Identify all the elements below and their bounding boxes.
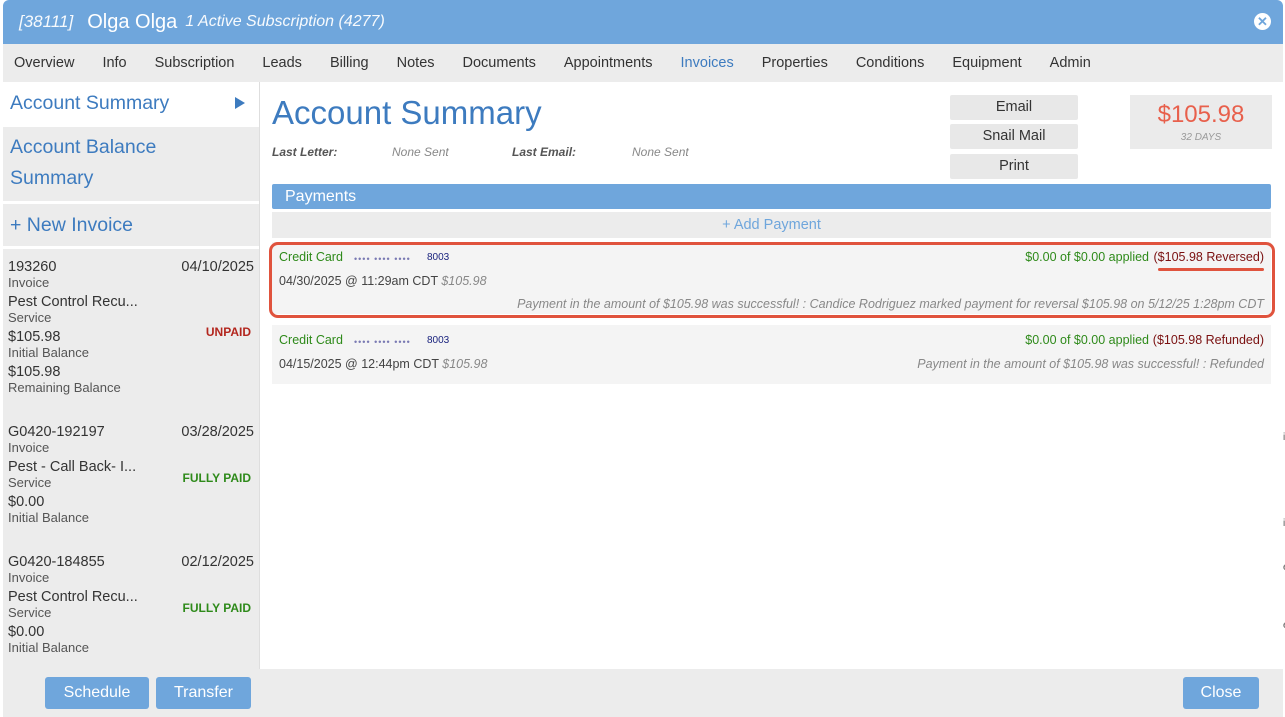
tab-appointments[interactable]: Appointments <box>550 44 667 82</box>
tab-notes[interactable]: Notes <box>383 44 449 82</box>
invoice-remaining-balance-label: Remaining Balance <box>8 380 121 395</box>
sidebar-item-label: Account Summary <box>10 92 170 114</box>
invoice-sidebar: Account Summary Account Balance Summary … <box>3 82 260 669</box>
subscription-info: 1 Active Subscription (4277) <box>185 13 385 30</box>
invoice-list-item[interactable]: G0420-192197 03/28/2025 Invoice Pest - C… <box>3 414 259 544</box>
invoice-initial-balance: $0.00 <box>8 494 45 510</box>
tab-info[interactable]: Info <box>88 44 140 82</box>
invoice-date: 03/28/2025 <box>181 424 254 440</box>
print-button[interactable]: Print <box>950 154 1078 179</box>
invoice-service: Pest Control Recu... <box>8 589 138 605</box>
tab-properties[interactable]: Properties <box>748 44 842 82</box>
invoice-status-badge: FULLY PAID <box>182 471 251 485</box>
payments-header: Payments <box>272 184 1271 209</box>
payment-datetime-text: 04/15/2025 @ 12:44pm CDT <box>279 357 439 371</box>
tab-leads[interactable]: Leads <box>248 44 316 82</box>
invoice-list-item[interactable]: 193260 04/10/2025 Invoice Pest Control R… <box>3 249 259 414</box>
card-last4: 8003 <box>427 252 450 263</box>
balance-amount: $105.98 <box>1157 101 1245 128</box>
balance-box: $105.98 32 DAYS <box>1130 95 1272 149</box>
last-email-label: Last Email: <box>512 145 577 159</box>
payment-applied: $0.00 of $0.00 applied <box>1025 250 1149 264</box>
sidebar-item-label: Account Balance <box>10 136 157 158</box>
invoice-service-label: Service <box>8 605 52 620</box>
invoice-service-label: Service <box>8 310 52 325</box>
payment-type: Credit Card <box>279 333 343 347</box>
balance-days: 32 DAYS <box>1180 132 1222 143</box>
modal-footer: Schedule Transfer Close <box>3 669 1283 717</box>
invoice-number: 193260 <box>8 259 57 275</box>
invoice-date: 04/10/2025 <box>181 259 254 275</box>
modal-titlebar: [38111] Olga Olga 1 Active Subscription … <box>3 0 1283 44</box>
schedule-button[interactable]: Schedule <box>45 677 149 709</box>
tab-overview[interactable]: Overview <box>3 44 88 82</box>
last-email-value: None Sent <box>632 145 689 159</box>
tab-billing[interactable]: Billing <box>316 44 383 82</box>
invoice-type: Invoice <box>8 570 50 585</box>
payment-status: ($105.98 Refunded) <box>1152 333 1264 347</box>
invoice-list-item[interactable]: G0420-184855 02/12/2025 Invoice Pest Con… <box>3 544 259 669</box>
invoice-status-badge: UNPAID <box>205 325 251 339</box>
payment-datetime: 04/30/2025 @ 11:29am CDT $105.98 <box>279 274 487 288</box>
account-summary-panel: Account Summary Last Letter: None Sent L… <box>260 82 1283 669</box>
tab-bar: Overview Info Subscription Leads Billing… <box>3 44 1283 83</box>
invoice-service: Pest - Call Back- I... <box>8 459 137 475</box>
new-invoice-link[interactable]: + New Invoice <box>3 204 259 249</box>
payment-entry[interactable]: Credit Card •••• •••• •••• 8003 $0.00 of… <box>272 325 1271 384</box>
close-button[interactable]: Close <box>1183 677 1259 709</box>
last-letter-value: None Sent <box>392 145 449 159</box>
underline-annotation <box>1158 268 1264 271</box>
sidebar-item-account-summary[interactable]: Account Summary <box>3 82 259 127</box>
invoice-remaining-balance: $105.98 <box>8 364 61 380</box>
sidebar-item-label: Summary <box>10 167 94 189</box>
invoice-initial-balance: $0.00 <box>8 624 45 640</box>
tab-invoices[interactable]: Invoices <box>667 44 748 82</box>
page-title: Account Summary <box>272 94 542 131</box>
close-icon[interactable]: ✕ <box>1254 13 1271 30</box>
invoice-type: Invoice <box>8 275 50 290</box>
snail-mail-button[interactable]: Snail Mail <box>950 124 1078 149</box>
card-mask: •••• •••• •••• <box>354 254 411 264</box>
invoice-status-badge: FULLY PAID <box>182 601 251 615</box>
invoice-initial-balance: $105.98 <box>8 329 61 345</box>
transfer-button[interactable]: Transfer <box>156 677 251 709</box>
invoice-number: G0420-192197 <box>8 424 105 440</box>
card-last4: 8003 <box>427 335 450 346</box>
account-id: [38111] <box>19 12 74 31</box>
tab-documents[interactable]: Documents <box>449 44 550 82</box>
payment-datetime-text: 04/30/2025 @ 11:29am CDT <box>279 274 438 288</box>
card-mask: •••• •••• •••• <box>354 337 411 347</box>
invoice-service-label: Service <box>8 475 52 490</box>
payment-type: Credit Card <box>279 250 343 264</box>
invoice-type: Invoice <box>8 440 50 455</box>
invoice-date: 02/12/2025 <box>181 554 254 570</box>
last-letter-label: Last Letter: <box>272 145 338 159</box>
payment-applied: $0.00 of $0.00 applied <box>1025 333 1149 347</box>
payment-amount: $105.98 <box>442 357 488 371</box>
invoice-number: G0420-184855 <box>8 554 105 570</box>
payment-note: Payment in the amount of $105.98 was suc… <box>517 297 1264 311</box>
invoice-initial-balance-label: Initial Balance <box>8 640 89 655</box>
tab-admin[interactable]: Admin <box>1036 44 1105 82</box>
tab-equipment[interactable]: Equipment <box>938 44 1035 82</box>
invoice-initial-balance-label: Initial Balance <box>8 345 89 360</box>
sidebar-item-account-balance-summary[interactable]: Account Balance Summary <box>3 127 259 204</box>
payment-amount: $105.98 <box>441 274 487 288</box>
triangle-right-icon <box>235 97 245 109</box>
add-payment-button[interactable]: + Add Payment <box>272 212 1271 238</box>
account-modal: [38111] Olga Olga 1 Active Subscription … <box>3 0 1283 717</box>
tab-subscription[interactable]: Subscription <box>141 44 249 82</box>
customer-name: Olga Olga <box>87 10 178 33</box>
email-button[interactable]: Email <box>950 95 1078 120</box>
invoice-service: Pest Control Recu... <box>8 294 138 310</box>
invoice-initial-balance-label: Initial Balance <box>8 510 89 525</box>
payment-datetime: 04/15/2025 @ 12:44pm CDT $105.98 <box>279 357 487 371</box>
payment-entry[interactable]: Credit Card •••• •••• •••• 8003 $0.00 of… <box>272 242 1271 314</box>
tab-conditions[interactable]: Conditions <box>842 44 939 82</box>
payment-note: Payment in the amount of $105.98 was suc… <box>917 357 1264 371</box>
payment-status: ($105.98 Reversed) <box>1153 250 1264 264</box>
